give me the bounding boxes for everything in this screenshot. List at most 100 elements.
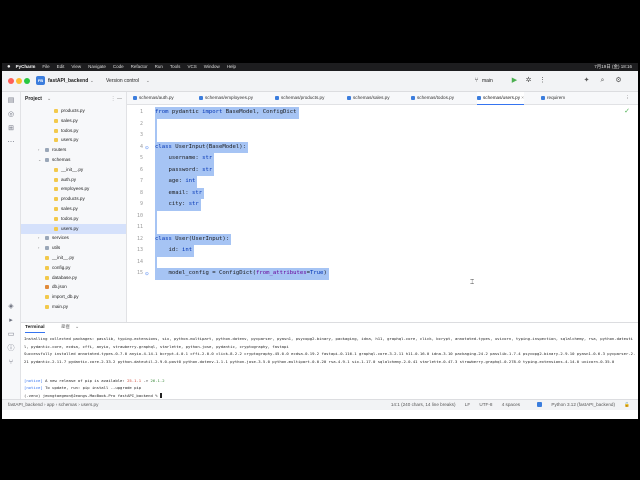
tree-file[interactable]: users.py <box>21 223 126 234</box>
menu-item[interactable]: View <box>71 64 81 69</box>
problems-tool-icon[interactable]: ⓘ <box>6 344 16 354</box>
line-number[interactable]: 1 <box>127 107 143 119</box>
indent-setting[interactable]: 4 spaces <box>502 402 520 407</box>
menu-item[interactable]: Window <box>204 64 220 69</box>
menu-item[interactable]: Code <box>113 64 124 69</box>
tree-folder[interactable]: › routers <box>21 145 126 155</box>
close-tab-icon[interactable]: × <box>520 95 524 100</box>
python-interpreter[interactable]: Python 3.12 (fastAPI_backend) <box>529 402 615 408</box>
more-tools-icon[interactable]: ⋯ <box>6 138 16 148</box>
caret-position[interactable]: 14:1 (240 chars, 14 line breaks) <box>391 402 456 407</box>
search-icon[interactable]: ⌕ <box>598 76 607 85</box>
tree-file[interactable]: config.py <box>21 263 126 273</box>
tab-schemas-users-py[interactable]: schemas/users.py × <box>477 92 524 105</box>
tree-file[interactable]: db.json <box>21 282 126 292</box>
tree-folder[interactable]: › services <box>21 233 126 243</box>
code-line[interactable]: class UserInput(BaseModel): <box>155 142 246 154</box>
lock-icon[interactable]: 🔓 <box>624 402 630 407</box>
version-control-menu[interactable]: Version control <box>106 77 139 85</box>
chevron-right-icon[interactable]: › <box>38 243 39 253</box>
panel-options-icon[interactable]: ⋮ — <box>111 94 122 104</box>
line-number[interactable]: 5 <box>127 153 143 165</box>
commit-tool-icon[interactable]: ◎ <box>6 110 16 120</box>
tree-file[interactable]: sales.py <box>21 116 126 126</box>
gutter-implementation-icon[interactable]: ⊙ <box>145 268 149 280</box>
code-line[interactable]: age: int <box>155 176 195 188</box>
tree-file[interactable]: sales.py <box>21 204 126 214</box>
line-number[interactable]: 12 <box>127 234 143 246</box>
python-packages-icon[interactable]: ◈ <box>6 302 16 312</box>
code-line[interactable]: from pydantic import BaseModel, ConfigDi… <box>155 107 296 119</box>
code-line[interactable]: id: int <box>155 245 192 257</box>
tree-file[interactable]: main.py <box>21 302 126 312</box>
tree-file[interactable]: users.py <box>21 135 126 145</box>
more-actions-icon[interactable]: ⋮ <box>538 76 547 85</box>
python-console-icon[interactable]: ▸ <box>6 316 16 326</box>
tree-file[interactable]: auth.py <box>21 175 126 185</box>
tree-file[interactable]: __init__.py <box>21 165 126 175</box>
tree-file[interactable]: products.py <box>21 194 126 204</box>
line-number[interactable]: 3 <box>127 130 143 142</box>
terminal-tool-icon[interactable]: ▭ <box>6 330 16 340</box>
line-number[interactable]: 7 <box>127 176 143 188</box>
menu-item[interactable]: Refactor <box>131 64 148 69</box>
tree-file[interactable]: todos.py <box>21 214 126 224</box>
tree-file[interactable]: database.py <box>21 273 126 283</box>
tab-schemas-sales-py[interactable]: schemas/sales.py <box>347 92 390 104</box>
project-tool-icon[interactable]: ▤ <box>6 96 16 106</box>
inspection-ok-icon[interactable]: ✓ <box>624 107 630 115</box>
project-panel-title[interactable]: Project <box>25 94 42 104</box>
project-switcher[interactable]: fastAPI_backend <box>48 77 88 85</box>
line-number[interactable]: 4 <box>127 142 143 154</box>
tree-file[interactable]: employees.py <box>21 184 126 194</box>
tree-file[interactable]: import_db.py <box>21 292 126 302</box>
git-tool-icon[interactable]: ⑂ <box>6 358 16 368</box>
code-line[interactable]: class User(UserInput): <box>155 234 229 246</box>
apple-icon[interactable]: ● <box>7 63 11 71</box>
gutter-implementation-icon[interactable]: ⊙ <box>145 142 149 154</box>
code-line[interactable]: city: str <box>155 199 198 211</box>
menu-item[interactable]: Tools <box>170 64 181 69</box>
terminal-output[interactable]: Installing collected packages: passlib, … <box>24 335 636 399</box>
chevron-down-icon[interactable]: ⌄ <box>38 155 41 165</box>
code-line[interactable]: model_config = ConfigDict(from_attribute… <box>155 268 326 280</box>
structure-tool-icon[interactable]: ⊞ <box>6 124 16 134</box>
ai-assistant-icon[interactable]: ✦ <box>582 76 591 85</box>
line-number[interactable]: 2 <box>127 119 143 131</box>
tree-folder[interactable]: › utils <box>21 243 126 253</box>
tab-schemas-auth-py[interactable]: schemas/auth.py <box>133 92 174 104</box>
chevron-right-icon[interactable]: › <box>38 145 39 155</box>
tab-schemas-employees-py[interactable]: schemas/employees.py <box>199 92 253 104</box>
run-config-selector[interactable]: main <box>482 77 493 85</box>
tab-requirem[interactable]: requirem <box>541 92 565 104</box>
menu-app-name[interactable]: PyCharm <box>16 63 36 71</box>
file-encoding[interactable]: UTF-8 <box>479 402 492 407</box>
chevron-down-icon[interactable]: ⌄ <box>75 323 79 332</box>
line-number[interactable]: 6 <box>127 165 143 177</box>
menu-item[interactable]: Help <box>227 64 236 69</box>
debug-icon[interactable]: ✲ <box>524 76 533 85</box>
menu-item[interactable]: Run <box>155 64 163 69</box>
menu-item[interactable]: Navigate <box>88 64 106 69</box>
code-line[interactable]: email: str <box>155 188 202 200</box>
tab-local-session[interactable]: 로컬 <box>61 323 70 332</box>
settings-icon[interactable]: ⚙ <box>614 76 623 85</box>
tree-file[interactable]: todos.py <box>21 126 126 136</box>
close-window-button[interactable] <box>8 78 14 84</box>
line-number[interactable]: 9 <box>127 199 143 211</box>
breadcrumb[interactable]: fastAPI_backend › app › schemas › users.… <box>8 400 98 410</box>
line-number[interactable]: 8 <box>127 188 143 200</box>
code-line[interactable]: password: str <box>155 165 212 177</box>
chevron-right-icon[interactable]: › <box>38 233 39 243</box>
line-number[interactable]: 13 <box>127 245 143 257</box>
tab-schemas-products-py[interactable]: schemas/products.py <box>275 92 324 104</box>
more-tabs-icon[interactable]: ⋮ <box>625 92 630 104</box>
menu-item[interactable]: VCS <box>187 64 196 69</box>
tab-terminal[interactable]: Terminal <box>25 323 45 333</box>
line-number[interactable]: 11 <box>127 222 143 234</box>
zoom-window-button[interactable] <box>24 78 30 84</box>
tree-file[interactable]: products.py <box>21 106 126 116</box>
tree-file[interactable]: __init__.py <box>21 253 126 263</box>
line-number[interactable]: 10 <box>127 211 143 223</box>
terminal-prompt[interactable]: (.venv) jeongtaegeon@Jeongs-MacBook-Pro … <box>24 392 636 400</box>
